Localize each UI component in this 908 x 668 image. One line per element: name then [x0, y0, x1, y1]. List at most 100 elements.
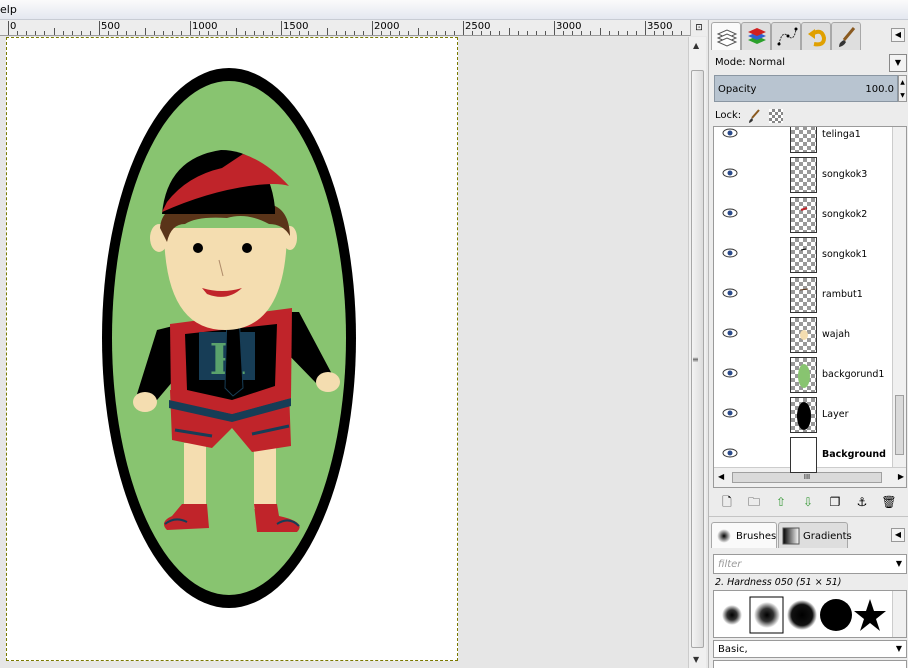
tab-undo-history[interactable]	[801, 22, 831, 50]
duplicate-layer-icon[interactable]: ❐	[827, 494, 843, 510]
layer-row[interactable]: telinga1	[714, 127, 890, 155]
opacity-spin-icon[interactable]: ▲ ▼	[898, 75, 907, 102]
visibility-eye-icon[interactable]	[722, 407, 738, 419]
mode-row: Mode: Normal ▼	[713, 54, 907, 72]
visibility-eye-icon[interactable]	[722, 127, 738, 139]
lock-pixels-icon[interactable]	[747, 108, 763, 124]
ruler-minor-tick	[444, 31, 446, 35]
brushes-menu-icon[interactable]: ◀	[891, 528, 905, 542]
dock-separator	[709, 516, 908, 520]
ruler-minor-tick	[481, 31, 483, 35]
ruler-minor-tick	[62, 31, 64, 35]
brush-grid-scrollbar[interactable]	[892, 591, 906, 637]
gimp-window: elp 0 500 1000 1500 2000 2500 3000 3500 ⊡	[0, 0, 908, 668]
layer-thumbnail	[790, 197, 817, 233]
tab-brushes[interactable]: Brushes	[711, 522, 777, 548]
visibility-eye-icon[interactable]	[722, 287, 738, 299]
ruler-minor-tick	[672, 31, 674, 35]
layer-thumbnail	[790, 127, 817, 153]
ruler-minor-tick	[53, 28, 55, 35]
brush-thumb-5	[854, 599, 886, 631]
layer-row[interactable]: rambut1	[714, 275, 890, 315]
zoom-lock-icon[interactable]: ⊡	[690, 20, 707, 36]
tab-layers[interactable]	[711, 22, 741, 50]
layers-list[interactable]: ◀ III ▶ telinga1 songkok3 songkok2 songkok1…	[713, 126, 907, 488]
scroll-up-arrow[interactable]: ▲	[693, 41, 699, 50]
right-leg	[254, 443, 276, 509]
ruler-minor-tick	[217, 31, 219, 35]
raise-layer-icon[interactable]: ⇧	[773, 494, 789, 510]
ruler-label: 2000	[374, 21, 400, 32]
layer-row[interactable]: songkok3	[714, 155, 890, 195]
delete-layer-icon[interactable]: 🗑	[881, 494, 897, 510]
scroll-down-arrow[interactable]: ▼	[693, 655, 699, 664]
ruler-major-tick	[463, 21, 464, 35]
brush-preset-value: Basic,	[718, 644, 748, 655]
lock-label: Lock:	[715, 110, 742, 121]
layer-row[interactable]: Layer	[714, 395, 890, 435]
image-canvas[interactable]: R	[6, 37, 458, 661]
canvas-area[interactable]: R	[0, 37, 690, 668]
ruler-minor-tick	[153, 31, 155, 35]
layer-thumbnail	[790, 157, 817, 193]
visibility-eye-icon[interactable]	[722, 247, 738, 259]
brush-filter-input[interactable]: filter ▼	[713, 554, 907, 574]
layer-row[interactable]: songkok1	[714, 235, 890, 275]
menu-bar: elp	[0, 0, 908, 20]
layer-thumbnail	[790, 317, 817, 353]
brush-spacing-input[interactable]	[713, 660, 907, 668]
tab-channels[interactable]	[741, 22, 771, 50]
ruler-minor-tick	[399, 31, 401, 35]
canvas-vertical-scrollbar[interactable]: ▲ ≡ ▼	[688, 37, 706, 668]
visibility-eye-icon[interactable]	[722, 327, 738, 339]
dock-menu-icon[interactable]: ◀	[891, 28, 905, 42]
lock-alpha-icon[interactable]	[769, 109, 783, 123]
layer-name: songkok3	[822, 169, 868, 180]
ruler-label: 1500	[283, 21, 309, 32]
brush-thumb-1	[722, 605, 742, 625]
visibility-eye-icon[interactable]	[722, 167, 738, 179]
visibility-eye-icon[interactable]	[722, 207, 738, 219]
layer-row[interactable]: Background	[714, 435, 890, 475]
undo-history-icon	[808, 29, 827, 47]
ruler-minor-tick	[135, 31, 137, 35]
layer-row[interactable]: songkok2	[714, 195, 890, 235]
layer-name: songkok2	[822, 209, 868, 220]
lower-layer-icon[interactable]: ⇩	[800, 494, 816, 510]
open-folder-icon[interactable]: 🗀	[746, 494, 762, 510]
ruler-minor-tick	[290, 31, 292, 35]
layer-name: rambut1	[822, 289, 863, 300]
brush-tab-icon	[717, 529, 731, 543]
filter-dropdown-icon[interactable]: ▼	[896, 559, 902, 568]
brush-grid[interactable]	[713, 590, 907, 638]
ruler-major-tick	[8, 21, 9, 35]
layer-name: backgorund1	[822, 369, 885, 380]
layers-vertical-scrollbar[interactable]	[892, 127, 906, 467]
opacity-value: 100.0	[865, 84, 894, 95]
menu-help[interactable]: elp	[0, 3, 17, 16]
ruler-major-tick	[281, 21, 282, 35]
mode-dropdown-icon[interactable]: ▼	[889, 54, 907, 72]
ruler-minor-tick	[144, 28, 146, 35]
opacity-slider[interactable]: Opacity 100.0	[714, 75, 898, 102]
layer-row[interactable]: wajah	[714, 315, 890, 355]
left-leg	[184, 443, 206, 509]
gradient-tab-icon	[782, 527, 800, 545]
ruler-minor-tick	[271, 31, 273, 35]
visibility-eye-icon[interactable]	[722, 447, 738, 459]
tab-paths[interactable]	[771, 22, 801, 50]
layer-row[interactable]: backgorund1	[714, 355, 890, 395]
new-layer-icon[interactable]: 🗋	[719, 494, 735, 510]
ruler-minor-tick	[654, 31, 656, 35]
anchor-icon[interactable]: ⚓	[854, 494, 870, 510]
ruler-minor-tick	[581, 31, 583, 35]
tab-gradients[interactable]: Gradients	[778, 522, 852, 548]
brush-preset-select[interactable]: Basic, ▼	[713, 640, 907, 658]
ruler-minor-tick	[17, 31, 19, 35]
visibility-eye-icon[interactable]	[722, 367, 738, 379]
paths-icon	[777, 27, 798, 46]
tab-tool-options[interactable]	[831, 22, 861, 50]
scroll-right-arrow[interactable]: ▶	[898, 472, 904, 481]
preset-dropdown-icon[interactable]: ▼	[896, 644, 902, 653]
layers-scroll-thumb[interactable]	[895, 395, 904, 455]
